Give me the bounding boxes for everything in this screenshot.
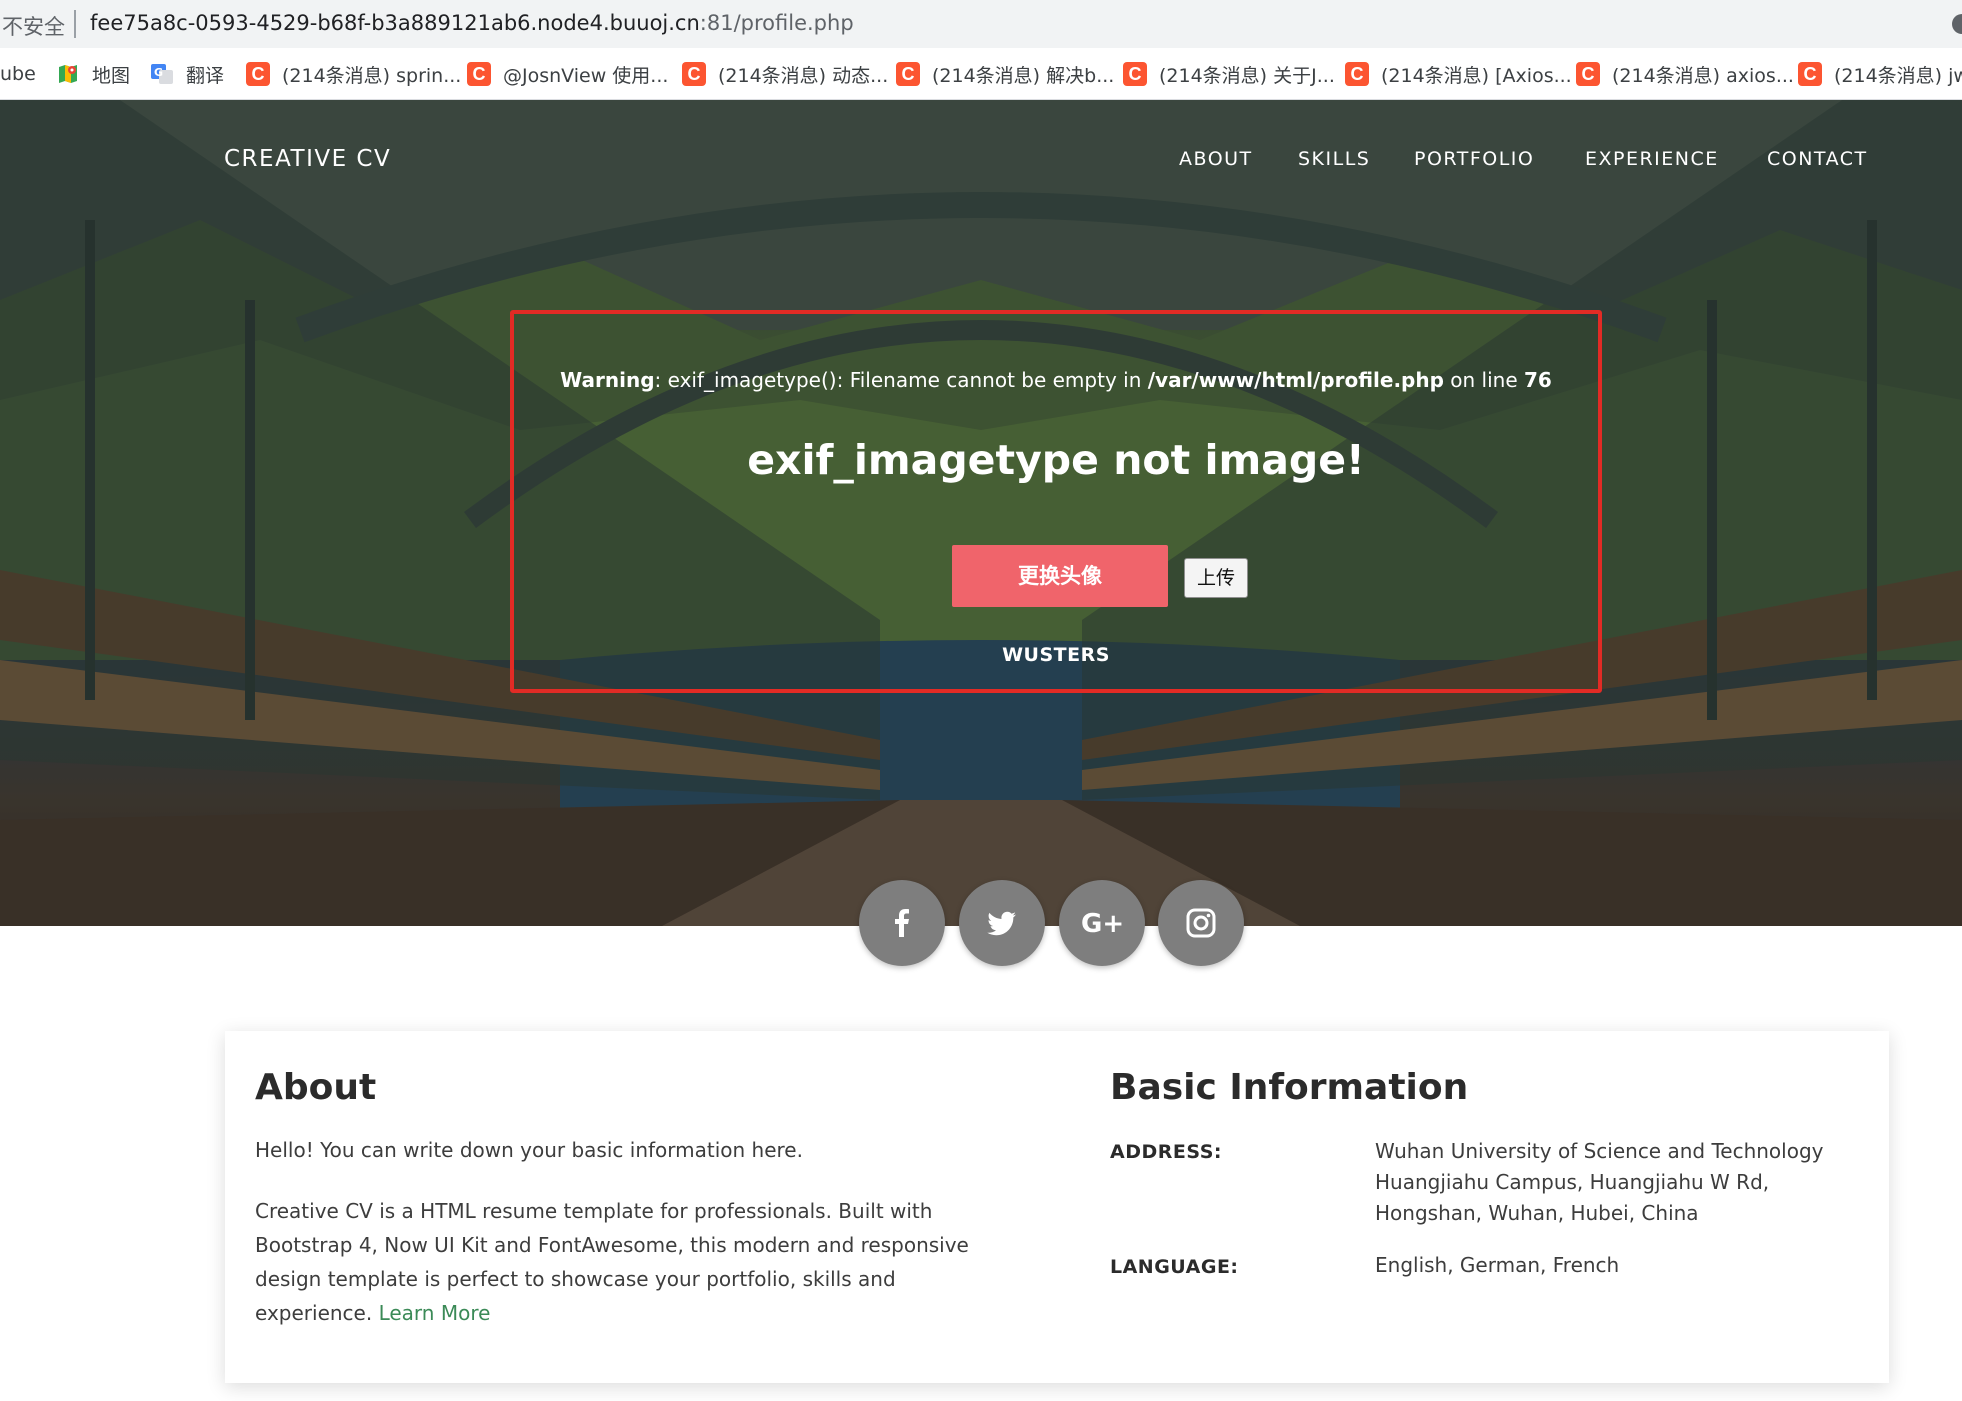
bookmark-item-translate[interactable]: G 翻译 bbox=[150, 60, 224, 88]
security-label[interactable]: 不安全 bbox=[2, 11, 65, 41]
address-separator bbox=[74, 10, 76, 38]
twitter-button[interactable] bbox=[959, 880, 1045, 966]
bookmark-item[interactable]: C @JosnView 使用... bbox=[467, 60, 668, 88]
bookmark-label: (214条消息) 解决b... bbox=[932, 64, 1115, 87]
nav-contact[interactable]: CONTACT bbox=[1767, 148, 1868, 170]
bookmark-label: 翻译 bbox=[186, 64, 225, 87]
address-label: ADDRESS: bbox=[1110, 1141, 1222, 1163]
instagram-button[interactable] bbox=[1158, 880, 1244, 966]
warning-path: /var/www/html/profile.php bbox=[1147, 368, 1444, 392]
twitter-icon bbox=[987, 911, 1016, 936]
address-bar[interactable]: 不安全 fee75a8c-0593-4529-b68f-b3a889121ab6… bbox=[0, 0, 1962, 48]
bookmark-label: (214条消息) [Axios... bbox=[1381, 64, 1572, 87]
url-path: :81/profile.php bbox=[699, 11, 854, 35]
warning-message: : exif_imagetype(): Filename cannot be e… bbox=[654, 368, 1148, 392]
nav-experience[interactable]: EXPERIENCE bbox=[1585, 148, 1719, 170]
csdn-icon: C bbox=[1123, 62, 1147, 86]
bookmark-item[interactable]: C (214条消息) sprin... bbox=[246, 60, 461, 88]
error-highlight-box: Warning: exif_imagetype(): Filename cann… bbox=[510, 310, 1602, 693]
facebook-icon bbox=[895, 909, 909, 937]
bookmark-item[interactable]: C (214条消息) 解决b... bbox=[896, 60, 1114, 88]
about-body-text: Creative CV is a HTML resume template fo… bbox=[255, 1199, 969, 1325]
map-icon bbox=[56, 62, 80, 86]
error-title: exif_imagetype not image! bbox=[747, 436, 1365, 484]
about-card: About Hello! You can write down your bas… bbox=[225, 1031, 1889, 1383]
url-host: fee75a8c-0593-4529-b68f-b3a889121ab6.nod… bbox=[90, 11, 700, 35]
about-intro: Hello! You can write down your basic inf… bbox=[255, 1138, 803, 1162]
address-line: Wuhan University of Science and Technolo… bbox=[1375, 1139, 1824, 1163]
about-heading: About bbox=[255, 1067, 377, 1108]
csdn-icon: C bbox=[246, 62, 270, 86]
profile-edge-icon[interactable] bbox=[1952, 14, 1962, 34]
bookmarks-bar: ube 地图 G 翻译 C (214条消息) sprin... C @JosnVie… bbox=[0, 48, 1962, 100]
change-avatar-button[interactable]: 更换头像 bbox=[952, 545, 1168, 607]
bookmark-label: (214条消息) 关于J... bbox=[1159, 64, 1335, 87]
warning-on-line: on line bbox=[1443, 368, 1524, 392]
upload-button[interactable]: 上传 bbox=[1184, 558, 1248, 598]
about-body: Creative CV is a HTML resume template fo… bbox=[255, 1194, 1015, 1330]
svg-text:G: G bbox=[154, 66, 163, 79]
nav-portfolio[interactable]: PORTFOLIO bbox=[1414, 148, 1534, 170]
bookmark-label: (214条消息) jwt bbox=[1834, 64, 1962, 87]
bookmark-label: 地图 bbox=[92, 64, 131, 87]
facebook-button[interactable] bbox=[859, 880, 945, 966]
php-warning: Warning: exif_imagetype(): Filename cann… bbox=[514, 368, 1598, 392]
csdn-icon: C bbox=[1345, 62, 1369, 86]
address-value: Wuhan University of Science and Technolo… bbox=[1375, 1136, 1824, 1229]
csdn-icon: C bbox=[896, 62, 920, 86]
bookmark-item-map[interactable]: 地图 bbox=[56, 60, 130, 88]
bookmark-label: (214条消息) 动态... bbox=[718, 64, 889, 87]
bookmark-item[interactable]: C (214条消息) 关于J... bbox=[1123, 60, 1335, 88]
address-line: Huangjiahu Campus, Huangjiahu W Rd, bbox=[1375, 1170, 1770, 1194]
warning-label: Warning bbox=[560, 368, 655, 392]
bookmark-label: @JosnView 使用... bbox=[503, 64, 669, 87]
language-value: English, German, French bbox=[1375, 1253, 1620, 1277]
csdn-icon: C bbox=[1798, 62, 1822, 86]
translate-icon: G bbox=[150, 62, 174, 86]
bookmark-item[interactable]: ube bbox=[0, 60, 36, 88]
bookmark-item[interactable]: C (214条消息) 动态... bbox=[682, 60, 888, 88]
nav-about[interactable]: ABOUT bbox=[1179, 148, 1253, 170]
hero-section: CREATIVE CV ABOUT SKILLS PORTFOLIO EXPER… bbox=[0, 100, 1962, 926]
csdn-icon: C bbox=[1576, 62, 1600, 86]
instagram-icon bbox=[1186, 908, 1216, 938]
address-line: Hongshan, Wuhan, Hubei, China bbox=[1375, 1201, 1699, 1225]
learn-more-link[interactable]: Learn More bbox=[379, 1301, 491, 1325]
language-label: LANGUAGE: bbox=[1110, 1256, 1239, 1278]
bookmark-label: ube bbox=[0, 63, 36, 85]
site-brand[interactable]: CREATIVE CV bbox=[224, 146, 391, 172]
warning-line-number: 76 bbox=[1523, 368, 1552, 392]
url-text[interactable]: fee75a8c-0593-4529-b68f-b3a889121ab6.nod… bbox=[90, 11, 854, 35]
svg-text:G+: G+ bbox=[1082, 909, 1122, 939]
bookmark-item[interactable]: C (214条消息) [Axios... bbox=[1345, 60, 1572, 88]
google-plus-button[interactable]: G+ bbox=[1059, 880, 1145, 966]
bookmark-item[interactable]: C (214条消息) axios... bbox=[1576, 60, 1794, 88]
csdn-icon: C bbox=[467, 62, 491, 86]
basic-info-heading: Basic Information bbox=[1110, 1067, 1469, 1108]
bookmark-label: (214条消息) axios... bbox=[1612, 64, 1794, 87]
bookmark-item[interactable]: C (214条消息) jwt bbox=[1798, 60, 1962, 88]
bookmark-label: (214条消息) sprin... bbox=[282, 64, 462, 87]
username: WUSTERS bbox=[1002, 644, 1110, 666]
nav-skills[interactable]: SKILLS bbox=[1298, 148, 1370, 170]
csdn-icon: C bbox=[682, 62, 706, 86]
google-plus-icon: G+ bbox=[1082, 909, 1122, 939]
